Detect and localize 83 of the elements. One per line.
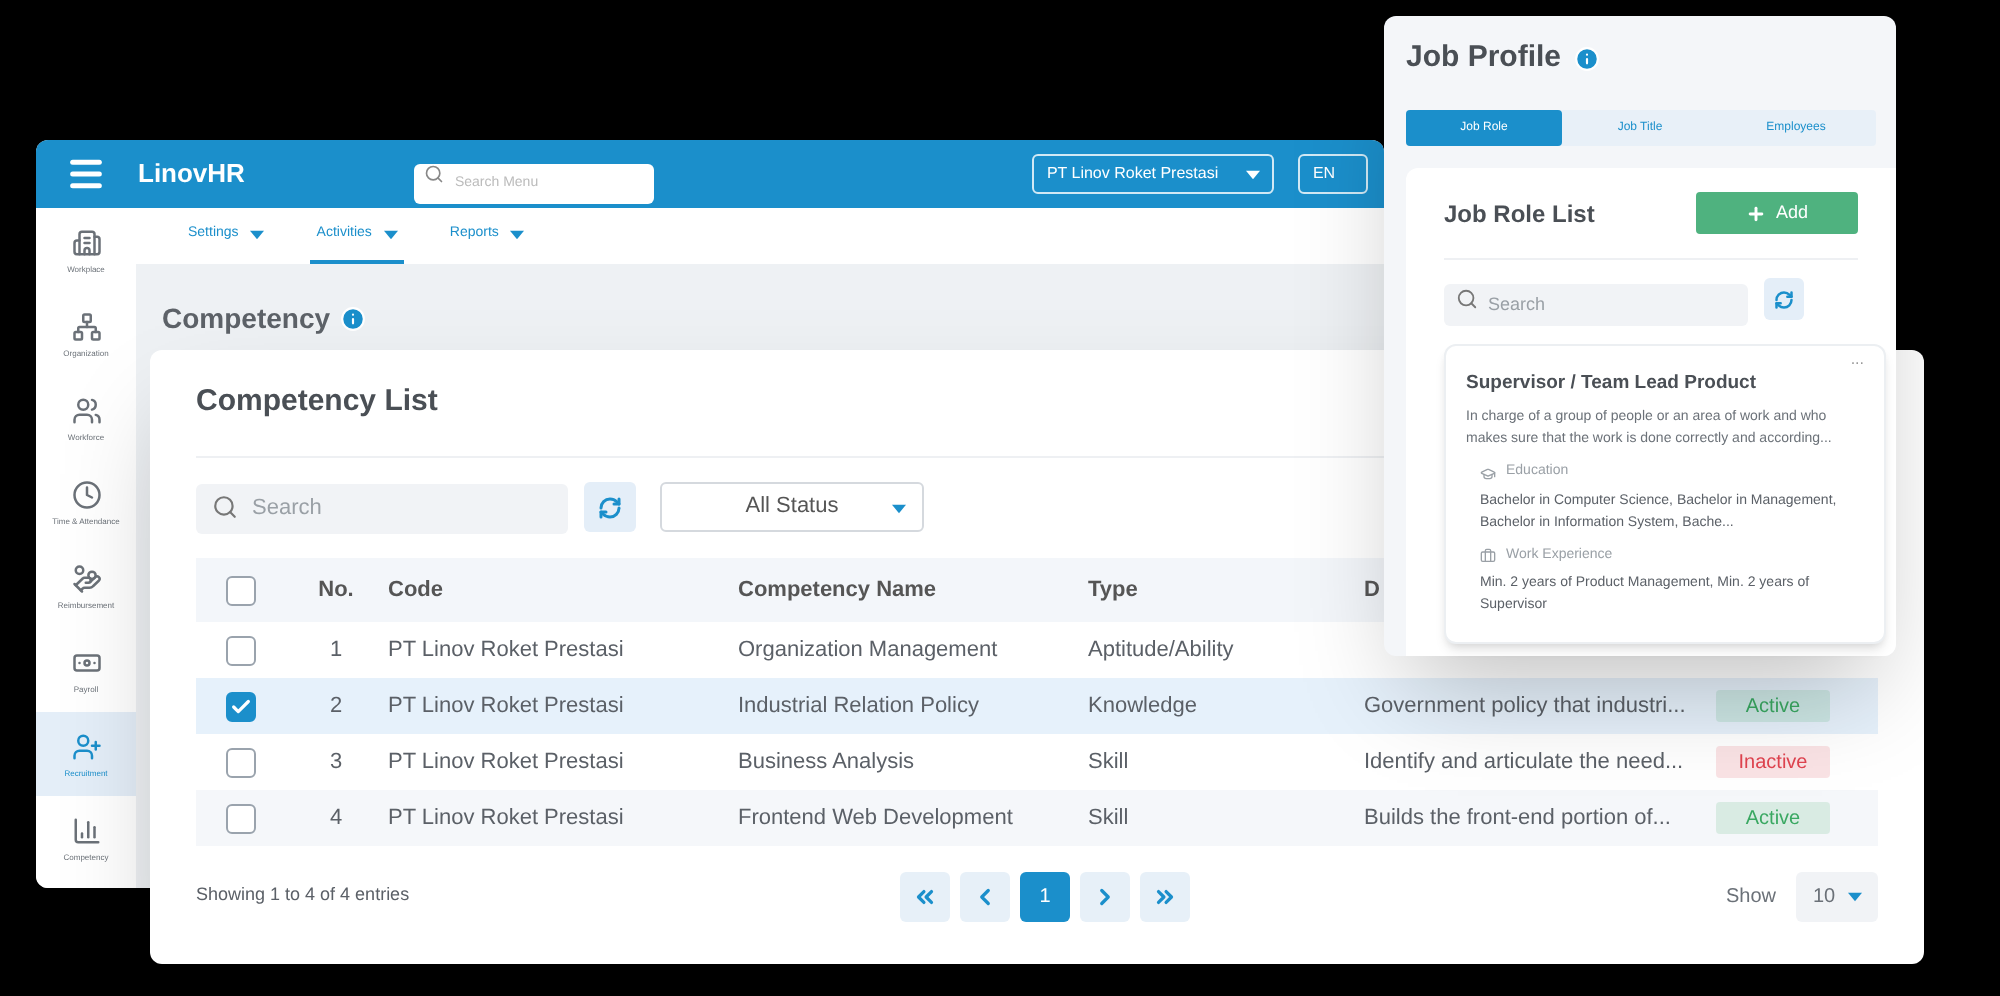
caret-icon <box>510 229 525 239</box>
column-header: Competency Name <box>738 575 937 606</box>
table-cell-text: 2 <box>329 691 343 722</box>
list-title: Job Role List <box>1444 197 1595 231</box>
table-cell-text: Frontend Web Development <box>738 803 1013 834</box>
search-field[interactable]: Search <box>196 483 568 533</box>
caret-icon <box>1847 891 1862 901</box>
hand-coin-icon <box>71 563 101 593</box>
table-cell-text: 3 <box>329 747 343 778</box>
entries-summary: Showing 1 to 4 of 4 entries <box>196 882 410 909</box>
menu-icon[interactable] <box>66 154 106 194</box>
next-page-button[interactable] <box>1080 871 1130 921</box>
page-title: Competency <box>162 300 331 338</box>
caret-icon <box>892 504 906 514</box>
check-icon <box>229 695 251 717</box>
card-title: Competency List <box>196 382 438 423</box>
status-badge: Active <box>1716 802 1830 834</box>
table-row[interactable]: 2 PT Linov Roket Prestasi Industrial Relation Policy Knowledge Government policy that industri... Active <box>196 678 1878 734</box>
table-cell-text: Knowledge <box>1088 691 1197 722</box>
show-label: Show <box>1725 883 1776 911</box>
refresh-button[interactable] <box>1764 278 1804 320</box>
table-cell-text: PT Linov Roket Prestasi <box>388 635 624 666</box>
checkbox[interactable] <box>225 691 255 721</box>
info-icon[interactable] <box>1573 45 1600 71</box>
page-size-dropdown[interactable]: 10 <box>1796 871 1878 921</box>
building-icon <box>71 227 101 257</box>
search-icon <box>424 164 445 184</box>
briefcase-icon <box>1480 548 1496 564</box>
page-button[interactable]: 1 <box>1020 871 1070 921</box>
status-dropdown[interactable]: All Status <box>660 482 924 532</box>
info-icon[interactable] <box>340 306 367 332</box>
brand-logo[interactable]: LinovHR <box>138 154 245 194</box>
search-icon <box>212 494 238 520</box>
column-header: No. <box>318 575 354 606</box>
table-cell-text: Builds the front-end portion of... <box>1364 803 1671 834</box>
column-header: D <box>1364 575 1380 606</box>
table-cell-text: 1 <box>329 635 343 666</box>
table-cell-text: Government policy that industri... <box>1364 691 1686 722</box>
users-icon <box>71 395 101 425</box>
role-search-field[interactable]: Search <box>1444 283 1748 325</box>
table-cell-text: Industrial Relation Policy <box>738 691 979 722</box>
caret-icon <box>1246 169 1261 179</box>
column-header: Code <box>388 575 443 606</box>
more-options-button[interactable]: ... <box>1850 352 1864 370</box>
table-row[interactable]: 4 PT Linov Roket Prestasi Frontend Web Development Skill Builds the front-end portion of... Active <box>196 790 1878 846</box>
company-dropdown[interactable]: PT Linov Roket Prestasi <box>1032 154 1275 194</box>
refresh-button[interactable] <box>584 482 636 532</box>
caret-icon <box>250 229 265 239</box>
table-cell-text: PT Linov Roket Prestasi <box>388 747 624 778</box>
checkbox[interactable] <box>225 575 255 605</box>
first-page-button[interactable] <box>900 871 950 921</box>
status-badge: Active <box>1716 690 1830 722</box>
table-cell-text: Business Analysis <box>738 747 915 778</box>
panel-title: Job Profile <box>1406 37 1562 78</box>
table-cell-text: Identify and articulate the need... <box>1364 747 1684 778</box>
column-header: Type <box>1088 575 1138 606</box>
clock-icon <box>71 479 101 509</box>
bar-chart-icon <box>71 815 101 845</box>
checkbox[interactable] <box>225 635 255 665</box>
role-title: Supervisor / Team Lead Product <box>1466 370 1759 398</box>
refresh-icon <box>598 495 622 519</box>
table-cell-text: Skill <box>1088 747 1129 778</box>
add-button[interactable]: Add <box>1696 192 1858 234</box>
plus-icon <box>1745 203 1766 223</box>
table-cell-text: Organization Management <box>738 635 998 666</box>
table-cell-text: 4 <box>329 803 343 834</box>
job-role-card-dialog[interactable] <box>1444 344 1886 644</box>
table-cell-text: PT Linov Roket Prestasi <box>388 803 624 834</box>
last-page-button[interactable] <box>1140 871 1190 921</box>
language-dropdown[interactable]: EN <box>1298 154 1369 194</box>
checkbox[interactable] <box>225 747 255 777</box>
org-chart-icon <box>71 311 101 341</box>
status-badge: Inactive <box>1716 746 1830 778</box>
checkbox[interactable] <box>225 803 255 833</box>
table-cell-text: PT Linov Roket Prestasi <box>388 691 624 722</box>
search-icon <box>1456 288 1478 310</box>
refresh-icon <box>1774 289 1794 309</box>
caret-icon <box>383 229 398 239</box>
table-cell-text: Aptitude/Ability <box>1088 635 1234 666</box>
graduation-cap-icon <box>1480 465 1496 481</box>
previous-page-button[interactable] <box>960 871 1010 921</box>
user-plus-icon <box>71 731 101 761</box>
table-cell-text: Skill <box>1088 803 1129 834</box>
